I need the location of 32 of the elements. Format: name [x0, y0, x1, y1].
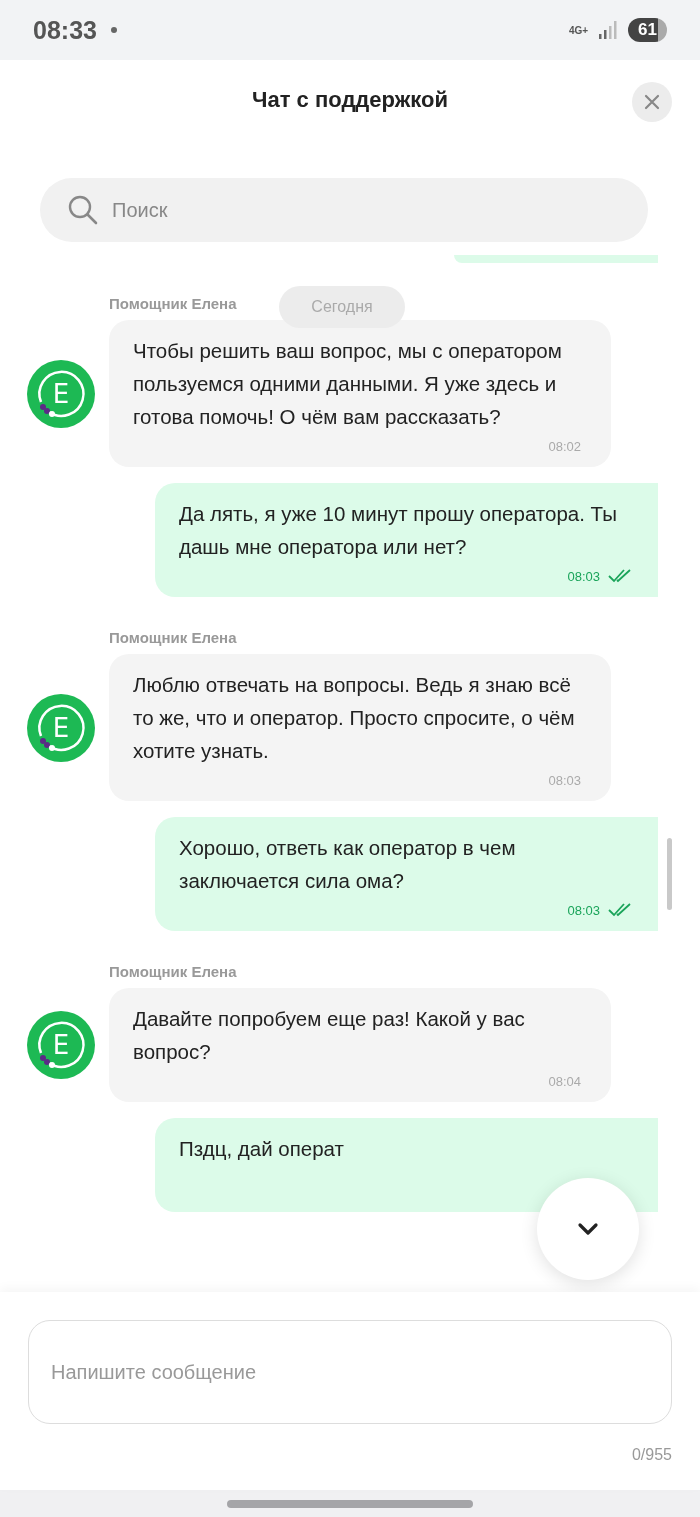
- notification-dot-icon: [110, 27, 117, 33]
- sender-name: Помощник Елена: [109, 629, 237, 646]
- avatar: E: [27, 1011, 95, 1079]
- message-input[interactable]: Напишите сообщение: [28, 1320, 672, 1424]
- clock: 08:33: [33, 15, 97, 45]
- message-time: 08:03: [548, 772, 581, 788]
- signal-icon: [598, 20, 619, 40]
- message-time: 08:04: [548, 1073, 581, 1089]
- chat-title: Чат с поддержкой: [252, 87, 448, 113]
- message-text: Да лять, я уже 10 минут прошу оператора. Ты дашь мне оператора или нет?: [179, 501, 618, 560]
- chevron-down-icon: [577, 1222, 599, 1236]
- close-icon: [644, 94, 660, 110]
- sender-name: Помощник Елена: [109, 295, 237, 312]
- avatar: E: [27, 359, 95, 428]
- message-time: 08:02: [548, 438, 581, 454]
- message-time: 08:03: [567, 568, 600, 584]
- avatar: E: [27, 693, 95, 762]
- close-button[interactable]: [632, 82, 672, 122]
- battery-indicator: 61: [628, 18, 667, 42]
- scrollbar: [667, 838, 672, 910]
- message-text: Давайте попробуем еще раз! Какой у вас вопрос?: [133, 1006, 526, 1065]
- search-icon: [67, 194, 99, 226]
- character-counter: 0/955: [631, 1446, 672, 1464]
- search-field[interactable]: Поиск: [40, 178, 648, 242]
- sender-name: Помощник Елена: [109, 963, 237, 980]
- message-time: 08:03: [567, 902, 600, 918]
- network-type: 4G+: [568, 24, 589, 36]
- message-text: Чтобы решить ваш вопрос, мы с оператором пользуемся одними данными. Я уже здесь и готова помочь! О чём вам рассказать?: [133, 338, 563, 430]
- message-text: Люблю отвечать на вопросы. Ведь я знаю всё то же, что и оператор. Просто спросите, о чём хотите узнать.: [133, 672, 576, 764]
- message-text: Хорошо, ответь как оператор в чем заключается сила ома?: [179, 835, 517, 894]
- date-chip: Сегодня: [279, 286, 405, 328]
- message-text: Пздц, дай операт: [179, 1136, 345, 1162]
